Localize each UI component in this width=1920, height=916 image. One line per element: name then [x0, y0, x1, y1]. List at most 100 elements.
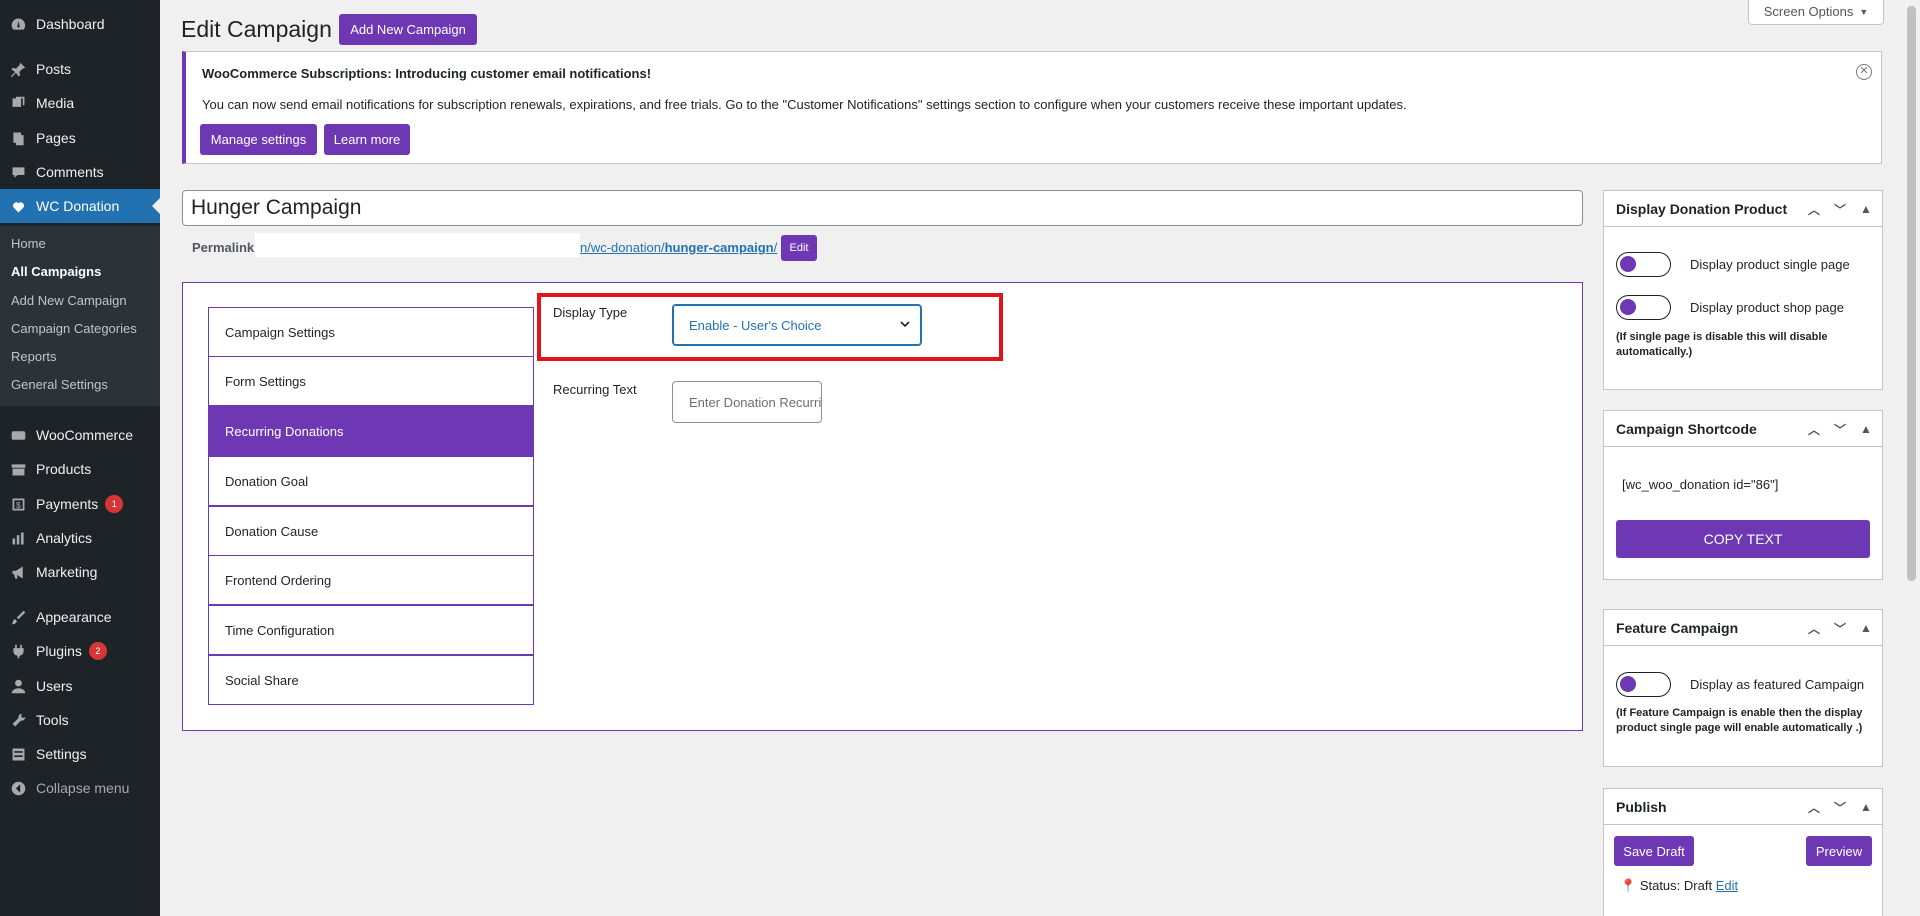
vertical-scrollbar[interactable]	[1903, 0, 1920, 916]
campaign-title-input[interactable]: Hunger Campaign	[182, 190, 1583, 226]
wrench-icon	[0, 712, 36, 729]
menu-label: WC Donation	[36, 198, 120, 214]
menu-comments[interactable]: Comments	[0, 155, 160, 189]
menu-settings[interactable]: Settings	[0, 737, 160, 771]
box-title: Publish	[1616, 798, 1667, 815]
menu-plugins[interactable]: Plugins 2	[0, 634, 160, 668]
pin-icon: 📍	[1620, 878, 1637, 893]
tab-donation-goal[interactable]: Donation Goal	[208, 456, 534, 506]
single-page-toggle[interactable]	[1616, 252, 1671, 277]
save-draft-button[interactable]: Save Draft	[1614, 836, 1694, 866]
pages-icon	[0, 130, 36, 147]
recurring-text-label: Recurring Text	[553, 382, 637, 397]
campaign-settings-metabox: Campaign Settings Form Settings Recurrin…	[182, 282, 1583, 731]
toggle-panel-icon[interactable]: ▲	[1856, 621, 1876, 635]
caret-down-icon: ▼	[1859, 6, 1869, 17]
edit-status-link[interactable]: Edit	[1716, 878, 1738, 893]
tab-social-share[interactable]: Social Share	[208, 655, 534, 705]
submenu-general-settings[interactable]: General Settings	[11, 377, 108, 392]
toggle-panel-icon[interactable]: ▲	[1856, 202, 1876, 216]
chevron-down-icon[interactable]: ﹀	[1830, 799, 1850, 816]
recurring-text-input[interactable]: Enter Donation Recurring Text	[672, 381, 822, 423]
submenu-campaign-categories[interactable]: Campaign Categories	[11, 321, 137, 336]
single-page-note: (If single page is disable this will dis…	[1616, 331, 1828, 358]
comment-icon	[0, 164, 36, 181]
chevron-down-icon[interactable]: ﹀	[1830, 201, 1850, 218]
collapse-icon	[0, 780, 36, 797]
menu-tools[interactable]: Tools	[0, 703, 160, 737]
plugins-count-badge: 2	[88, 642, 107, 660]
screen-options-button[interactable]: Screen Options ▼	[1748, 0, 1884, 25]
scrollbar-thumb[interactable]	[1907, 6, 1916, 581]
menu-analytics[interactable]: Analytics	[0, 521, 160, 555]
add-new-campaign-button[interactable]: Add New Campaign	[339, 14, 477, 45]
menu-payments[interactable]: $ Payments 1	[0, 487, 160, 521]
chevron-up-icon[interactable]: ︿	[1804, 799, 1824, 816]
tab-frontend-ordering[interactable]: Frontend Ordering	[208, 555, 534, 605]
permalink-slug: hunger-campaign	[664, 240, 774, 255]
submenu-home[interactable]: Home	[11, 236, 46, 251]
menu-posts[interactable]: Posts	[0, 52, 160, 86]
menu-products[interactable]: Products	[0, 452, 160, 486]
permalink-link[interactable]: n/wc-donation/hunger-campaign/	[580, 240, 777, 255]
submenu-all-campaigns[interactable]: All Campaigns	[11, 264, 101, 279]
menu-wc-donation[interactable]: WC Donation	[0, 189, 160, 223]
chevron-up-icon[interactable]: ︿	[1804, 201, 1824, 218]
menu-woocommerce[interactable]: WooCommerce	[0, 418, 160, 452]
chevron-down-icon[interactable]: ﹀	[1830, 620, 1850, 637]
manage-settings-button[interactable]: Manage settings	[200, 124, 317, 155]
pin-icon	[0, 61, 36, 78]
subscriptions-notice: WooCommerce Subscriptions: Introducing c…	[182, 51, 1882, 164]
preview-button[interactable]: Preview	[1806, 836, 1872, 866]
dismiss-icon[interactable]: ✕	[1856, 64, 1872, 80]
collapse-menu-button[interactable]: Collapse menu	[0, 771, 160, 805]
permalink-suffix: /	[773, 240, 778, 255]
menu-label: Settings	[36, 746, 87, 762]
megaphone-icon	[0, 564, 36, 581]
tab-time-configuration[interactable]: Time Configuration	[208, 605, 534, 655]
edit-permalink-button[interactable]: Edit	[781, 235, 817, 261]
tab-campaign-settings[interactable]: Campaign Settings	[208, 307, 534, 357]
wc-donation-submenu: Home All Campaigns Add New Campaign Camp…	[0, 226, 160, 406]
box-header: Display Donation Product ︿ ﹀ ▲	[1604, 191, 1882, 227]
menu-pages[interactable]: Pages	[0, 121, 160, 155]
menu-label: Tools	[36, 712, 69, 728]
chevron-down-icon[interactable]: ﹀	[1830, 421, 1850, 438]
menu-label: Analytics	[36, 530, 93, 546]
page-title: Edit Campaign	[181, 16, 332, 42]
toggle-panel-icon[interactable]: ▲	[1856, 800, 1876, 814]
box-header: Publish ︿ ﹀ ▲	[1604, 789, 1882, 825]
box-header: Feature Campaign ︿ ﹀ ▲	[1604, 610, 1882, 646]
copy-text-button[interactable]: COPY TEXT	[1616, 520, 1870, 558]
admin-sidebar: Dashboard Posts Media Pages Comments WC …	[0, 0, 160, 916]
post-status: 📍 Status: Draft Edit	[1620, 878, 1738, 894]
tab-donation-cause[interactable]: Donation Cause	[208, 506, 534, 556]
chevron-up-icon[interactable]: ︿	[1804, 421, 1824, 438]
tab-form-settings[interactable]: Form Settings	[208, 356, 534, 406]
menu-label: Plugins	[36, 643, 82, 659]
publish-box: Publish ︿ ﹀ ▲ Save Draft Preview 📍 Status:…	[1603, 788, 1883, 916]
featured-campaign-toggle[interactable]	[1616, 672, 1671, 697]
learn-more-button[interactable]: Learn more	[324, 124, 410, 155]
menu-dashboard[interactable]: Dashboard	[0, 7, 160, 41]
heart-icon	[0, 198, 36, 215]
chevron-up-icon[interactable]: ︿	[1804, 620, 1824, 637]
menu-label: Products	[36, 461, 92, 477]
submenu-reports[interactable]: Reports	[11, 349, 57, 364]
menu-label: Marketing	[36, 564, 98, 580]
status-label: Status:	[1639, 878, 1681, 893]
svg-text:$: $	[15, 499, 20, 509]
menu-marketing[interactable]: Marketing	[0, 555, 160, 589]
box-title: Campaign Shortcode	[1616, 420, 1757, 437]
submenu-add-new-campaign[interactable]: Add New Campaign	[11, 293, 127, 308]
menu-label: Comments	[36, 164, 104, 180]
menu-users[interactable]: Users	[0, 669, 160, 703]
featured-campaign-label: Display as featured Campaign	[1690, 677, 1865, 692]
menu-appearance[interactable]: Appearance	[0, 600, 160, 634]
shop-page-toggle[interactable]	[1616, 295, 1671, 320]
menu-media[interactable]: Media	[0, 86, 160, 120]
toggle-panel-icon[interactable]: ▲	[1856, 422, 1876, 436]
media-icon	[0, 95, 36, 112]
menu-label: Media	[36, 95, 75, 111]
tab-recurring-donations[interactable]: Recurring Donations	[208, 406, 534, 456]
